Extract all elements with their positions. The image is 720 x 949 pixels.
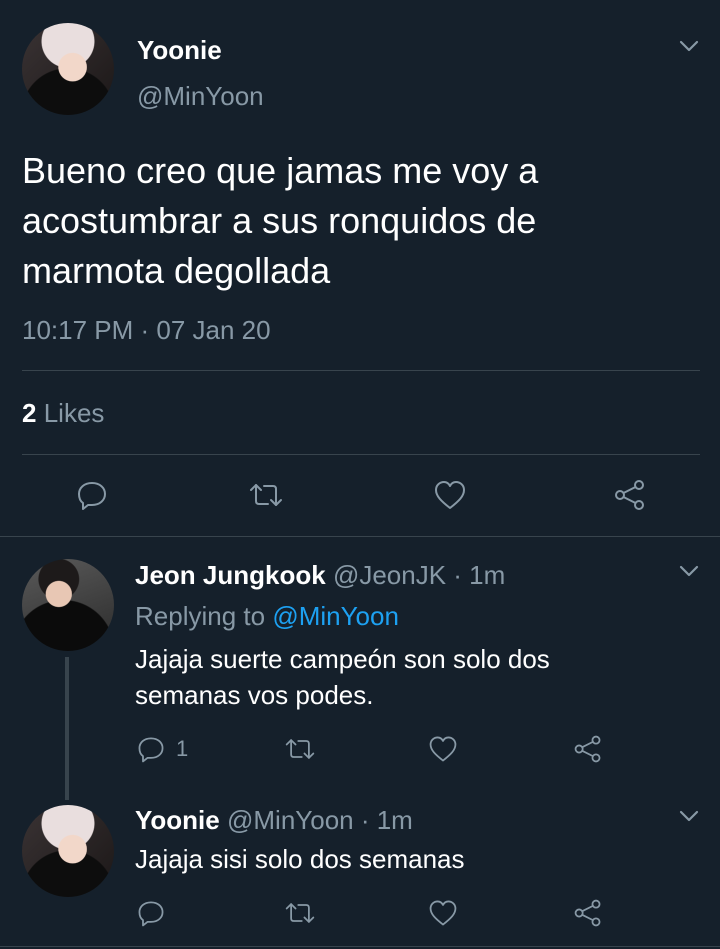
likes-label: Likes (43, 398, 105, 428)
user-handle[interactable]: @MinYoon (137, 81, 264, 112)
reply-icon[interactable] (74, 477, 110, 513)
avatar[interactable] (22, 559, 114, 651)
handle-time: @MinYoon · 1m (226, 805, 413, 835)
divider (0, 536, 720, 537)
reply-text-line: semanas vos podes. (135, 680, 374, 710)
share-icon[interactable] (612, 477, 648, 513)
tweet-text: Bueno creo que jamas me voy a acostumbra… (22, 150, 539, 291)
chevron-down-icon[interactable] (678, 563, 700, 579)
handle-time: @JeonJK · 1m (332, 560, 506, 590)
avatar[interactable] (22, 805, 114, 897)
reply-header[interactable]: Yoonie @MinYoon · 1m (135, 805, 413, 836)
reply-text-line: Jajaja suerte campeón son solo dos (135, 644, 550, 674)
tweet-timestamp[interactable]: 10:17 PM · 07 Jan 20 (22, 315, 271, 346)
divider (0, 946, 720, 947)
like-icon[interactable] (432, 477, 468, 513)
retweet-icon[interactable] (282, 897, 318, 929)
reply-icon[interactable] (135, 733, 167, 765)
replying-to-handle[interactable]: @MinYoon (272, 601, 399, 631)
share-icon[interactable] (572, 897, 604, 929)
chevron-down-icon[interactable] (678, 808, 700, 824)
thread-line (65, 657, 69, 800)
like-icon[interactable] (427, 733, 459, 765)
share-icon[interactable] (572, 733, 604, 765)
retweet-icon[interactable] (246, 477, 286, 513)
divider (22, 454, 700, 455)
reply-icon[interactable] (135, 897, 167, 929)
display-name: Jeon Jungkook (135, 560, 326, 590)
replying-to: Replying to @MinYoon (135, 601, 399, 632)
likes-count: 2 (22, 398, 37, 428)
avatar[interactable] (22, 23, 114, 115)
reply-count: 1 (176, 736, 189, 761)
reply-text: Jajaja sisi solo dos semanas (135, 844, 465, 874)
retweet-icon[interactable] (282, 733, 318, 765)
like-icon[interactable] (427, 897, 459, 929)
reply-header[interactable]: Jeon Jungkook @JeonJK · 1m (135, 560, 505, 591)
display-name: Yoonie (135, 805, 220, 835)
chevron-down-icon[interactable] (678, 38, 700, 54)
divider (22, 370, 700, 371)
likes-stat[interactable]: 2 Likes (22, 398, 104, 429)
display-name[interactable]: Yoonie (137, 35, 222, 66)
replying-to-label: Replying to (135, 601, 266, 631)
